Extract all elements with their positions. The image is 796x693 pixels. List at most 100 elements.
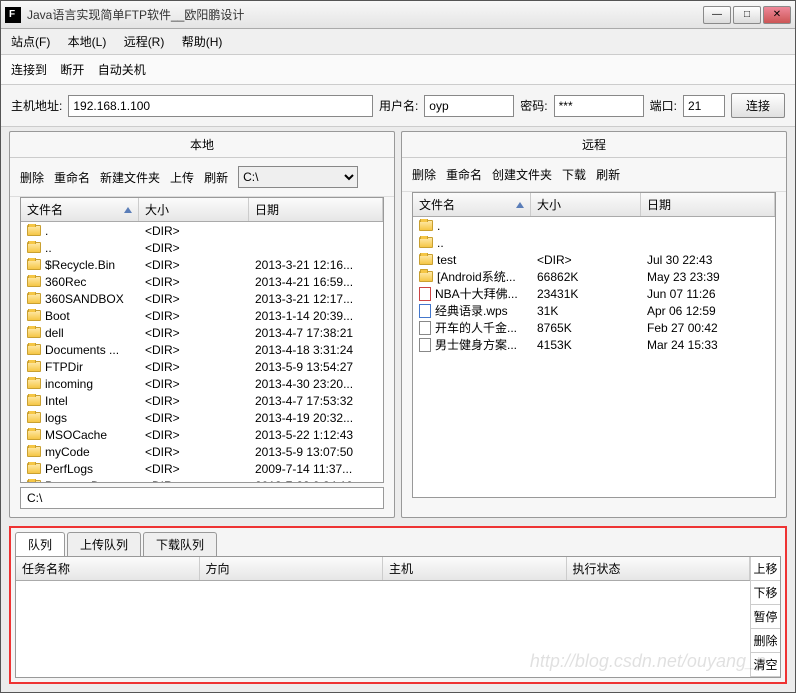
file-row[interactable]: 男士健身方案...4153KMar 24 15:33 — [413, 336, 775, 353]
local-upload[interactable]: 上传 — [170, 169, 194, 186]
queue-col-host[interactable]: 主机 — [383, 557, 567, 580]
remote-download[interactable]: 下载 — [562, 166, 586, 183]
file-row[interactable]: [Android系统...66862KMay 23 23:39 — [413, 268, 775, 285]
file-row[interactable]: $Recycle.Bin<DIR>2013-3-21 12:16... — [21, 256, 383, 273]
folder-icon — [27, 361, 41, 372]
queue-body[interactable] — [16, 581, 750, 677]
file-name: test — [437, 253, 456, 267]
local-path[interactable]: C:\ — [20, 487, 384, 509]
file-row[interactable]: 360SANDBOX<DIR>2013-3-21 12:17... — [21, 290, 383, 307]
menu-local[interactable]: 本地(L) — [68, 35, 107, 49]
file-row[interactable]: logs<DIR>2013-4-19 20:32... — [21, 409, 383, 426]
file-row[interactable]: PerfLogs<DIR>2009-7-14 11:37... — [21, 460, 383, 477]
file-row[interactable]: 经典语录.wps31KApr 06 12:59 — [413, 302, 775, 319]
file-row[interactable]: MSOCache<DIR>2013-5-22 1:12:43 — [21, 426, 383, 443]
queue-pause[interactable]: 暂停 — [751, 605, 780, 629]
file-size: 31K — [531, 304, 641, 318]
auto-shutdown-label[interactable]: 自动关机 — [98, 63, 146, 77]
file-date: Apr 06 12:59 — [641, 304, 775, 318]
file-date: 2013-4-19 20:32... — [249, 411, 383, 425]
tab-queue[interactable]: 队列 — [15, 532, 65, 556]
file-row[interactable]: Boot<DIR>2013-1-14 20:39... — [21, 307, 383, 324]
queue-col-task[interactable]: 任务名称 — [16, 557, 200, 580]
tab-download-queue[interactable]: 下载队列 — [143, 532, 217, 556]
remote-col-date[interactable]: 日期 — [641, 193, 775, 216]
remote-newfolder[interactable]: 创建文件夹 — [492, 166, 552, 183]
local-rename[interactable]: 重命名 — [54, 169, 90, 186]
menu-remote[interactable]: 远程(R) — [124, 35, 165, 49]
folder-icon — [27, 344, 41, 355]
remote-rename[interactable]: 重命名 — [446, 166, 482, 183]
queue-clear[interactable]: 清空 — [751, 653, 780, 677]
minimize-button[interactable]: — — [703, 6, 731, 24]
user-input[interactable] — [424, 95, 514, 117]
menu-site[interactable]: 站点(F) — [11, 35, 50, 49]
file-row[interactable]: 开车的人千金...8765KFeb 27 00:42 — [413, 319, 775, 336]
folder-icon — [27, 327, 41, 338]
file-row[interactable]: ..<DIR> — [21, 239, 383, 256]
folder-icon — [27, 429, 41, 440]
file-icon — [419, 304, 431, 318]
file-date: 2013-4-30 23:20... — [249, 377, 383, 391]
queue-col-dir[interactable]: 方向 — [200, 557, 384, 580]
remote-delete[interactable]: 删除 — [412, 166, 436, 183]
local-col-name[interactable]: 文件名 — [21, 198, 139, 221]
local-refresh[interactable]: 刷新 — [204, 169, 228, 186]
file-size: <DIR> — [139, 394, 249, 408]
local-drive-select[interactable]: C:\ — [238, 166, 358, 188]
close-button[interactable]: ✕ — [763, 6, 791, 24]
file-name: incoming — [45, 377, 93, 391]
file-row[interactable]: .. — [413, 234, 775, 251]
remote-col-name[interactable]: 文件名 — [413, 193, 531, 216]
queue-col-status[interactable]: 执行状态 — [567, 557, 751, 580]
local-delete[interactable]: 删除 — [20, 169, 44, 186]
folder-icon — [419, 271, 433, 282]
local-newfolder[interactable]: 新建文件夹 — [100, 169, 160, 186]
file-row[interactable]: ProgramData<DIR>2013-7-28 9:34:19 — [21, 477, 383, 482]
file-row[interactable]: dell<DIR>2013-4-7 17:38:21 — [21, 324, 383, 341]
port-input[interactable] — [683, 95, 725, 117]
file-date: 2013-4-18 3:31:24 — [249, 343, 383, 357]
file-row[interactable]: . — [413, 217, 775, 234]
file-date: 2013-5-9 13:07:50 — [249, 445, 383, 459]
queue-delete[interactable]: 删除 — [751, 629, 780, 653]
file-name: 男士健身方案... — [435, 336, 517, 353]
file-date: 2013-4-21 16:59... — [249, 275, 383, 289]
disconnect-label[interactable]: 断开 — [60, 63, 84, 77]
connect-button[interactable]: 连接 — [731, 93, 785, 118]
file-row[interactable]: test<DIR>Jul 30 22:43 — [413, 251, 775, 268]
file-date: 2013-4-7 17:53:32 — [249, 394, 383, 408]
file-row[interactable]: .<DIR> — [21, 222, 383, 239]
queue-move-up[interactable]: 上移 — [751, 557, 780, 581]
remote-refresh[interactable]: 刷新 — [596, 166, 620, 183]
tab-upload-queue[interactable]: 上传队列 — [67, 532, 141, 556]
file-name: Documents ... — [45, 343, 119, 357]
connect-to-label[interactable]: 连接到 — [11, 63, 47, 77]
pass-input[interactable] — [554, 95, 644, 117]
file-row[interactable]: FTPDir<DIR>2013-5-9 13:54:27 — [21, 358, 383, 375]
local-panel-title: 本地 — [10, 132, 394, 158]
local-file-list[interactable]: .<DIR>..<DIR>$Recycle.Bin<DIR>2013-3-21 … — [21, 222, 383, 482]
file-date: 2013-7-28 9:34:19 — [249, 479, 383, 483]
host-input[interactable] — [68, 95, 373, 117]
file-size: <DIR> — [139, 462, 249, 476]
file-size: 23431K — [531, 287, 641, 301]
file-row[interactable]: 360Rec<DIR>2013-4-21 16:59... — [21, 273, 383, 290]
user-label: 用户名: — [379, 97, 418, 114]
file-row[interactable]: myCode<DIR>2013-5-9 13:07:50 — [21, 443, 383, 460]
maximize-button[interactable]: □ — [733, 6, 761, 24]
queue-move-down[interactable]: 下移 — [751, 581, 780, 605]
file-row[interactable]: Documents ...<DIR>2013-4-18 3:31:24 — [21, 341, 383, 358]
remote-col-size[interactable]: 大小 — [531, 193, 641, 216]
file-size: <DIR> — [139, 445, 249, 459]
local-col-size[interactable]: 大小 — [139, 198, 249, 221]
file-row[interactable]: Intel<DIR>2013-4-7 17:53:32 — [21, 392, 383, 409]
file-date: 2013-1-14 20:39... — [249, 309, 383, 323]
local-col-date[interactable]: 日期 — [249, 198, 383, 221]
menu-help[interactable]: 帮助(H) — [182, 35, 223, 49]
file-row[interactable]: incoming<DIR>2013-4-30 23:20... — [21, 375, 383, 392]
remote-file-list[interactable]: ...test<DIR>Jul 30 22:43[Android系统...668… — [413, 217, 775, 497]
file-row[interactable]: NBA十大拜佛...23431KJun 07 11:26 — [413, 285, 775, 302]
connection-bar: 连接到 断开 自动关机 — [1, 55, 795, 85]
folder-icon — [27, 259, 41, 270]
